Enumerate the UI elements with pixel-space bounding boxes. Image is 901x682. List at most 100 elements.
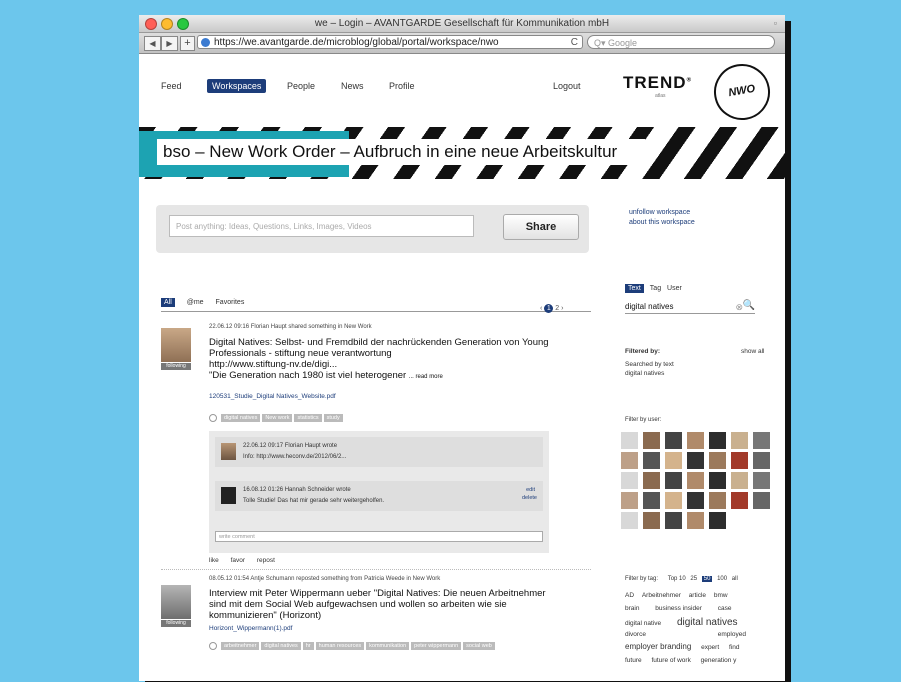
- comment-input[interactable]: write comment: [215, 531, 543, 542]
- tag-chip[interactable]: digital natives: [261, 642, 301, 650]
- following-badge[interactable]: following: [161, 620, 191, 627]
- user-filter-avatar[interactable]: [709, 512, 726, 529]
- comment-avatar[interactable]: [221, 443, 236, 460]
- search-icon[interactable]: 🔍: [743, 300, 755, 312]
- nav-workspaces[interactable]: Workspaces: [207, 79, 267, 93]
- nav-people[interactable]: People: [287, 81, 315, 91]
- user-filter-avatar[interactable]: [687, 472, 704, 489]
- user-filter-avatar[interactable]: [731, 472, 748, 489]
- user-filter-avatar[interactable]: [687, 452, 704, 469]
- avatar[interactable]: [161, 585, 191, 619]
- user-filter-avatar[interactable]: [643, 492, 660, 509]
- tag-chip[interactable]: arbeitnehmer: [221, 642, 260, 650]
- user-filter-avatar[interactable]: [753, 492, 770, 509]
- user-filter-avatar[interactable]: [709, 452, 726, 469]
- cloud-tag[interactable]: digital native: [625, 620, 661, 627]
- pager-current[interactable]: 1: [544, 304, 554, 313]
- close-window-button[interactable]: [145, 18, 157, 30]
- cloud-tag[interactable]: digital natives: [677, 617, 738, 628]
- tab-all[interactable]: All: [161, 298, 175, 307]
- like-button[interactable]: like: [209, 557, 219, 564]
- user-filter-avatar[interactable]: [643, 452, 660, 469]
- forward-icon[interactable]: ▶: [161, 36, 178, 51]
- post-link[interactable]: http://www.stiftung-nv.de/digi...: [209, 359, 549, 370]
- tag-chip[interactable]: digital natives: [221, 414, 261, 422]
- about-workspace-link[interactable]: about this workspace: [629, 219, 695, 226]
- nav-feed[interactable]: Feed: [161, 81, 182, 91]
- pager-next-page[interactable]: 2: [555, 305, 559, 312]
- user-filter-avatar[interactable]: [709, 432, 726, 449]
- user-filter-avatar[interactable]: [665, 432, 682, 449]
- comment-avatar[interactable]: [221, 487, 236, 504]
- show-all-link[interactable]: show all: [741, 348, 764, 355]
- filter-tab-tag[interactable]: Tag: [650, 285, 661, 292]
- user-filter-avatar[interactable]: [665, 452, 682, 469]
- top-option[interactable]: 100: [717, 576, 727, 582]
- minimize-window-button[interactable]: [161, 18, 173, 30]
- cloud-tag[interactable]: brain: [625, 605, 639, 612]
- resize-icon[interactable]: ▫: [774, 15, 777, 32]
- filter-tab-user[interactable]: User: [667, 285, 682, 292]
- user-filter-avatar[interactable]: [643, 512, 660, 529]
- filter-tab-text[interactable]: Text: [625, 284, 644, 293]
- avatar[interactable]: [161, 328, 191, 362]
- tag-chip[interactable]: human resources: [315, 642, 365, 650]
- cloud-tag[interactable]: divorce: [625, 631, 646, 638]
- edit-comment-link[interactable]: edit: [526, 487, 535, 493]
- user-filter-avatar[interactable]: [665, 492, 682, 509]
- cloud-tag[interactable]: expert: [701, 644, 719, 651]
- user-filter-avatar[interactable]: [731, 492, 748, 509]
- add-bookmark-button[interactable]: +: [180, 36, 195, 51]
- cloud-tag[interactable]: employed: [718, 631, 746, 638]
- top-option[interactable]: all: [732, 576, 738, 582]
- user-filter-avatar[interactable]: [687, 432, 704, 449]
- attachment-link[interactable]: 120531_Studie_Digital Natives_Website.pd…: [209, 393, 336, 400]
- cloud-tag[interactable]: case: [718, 605, 732, 612]
- tag-chip[interactable]: peter wippermann: [411, 642, 462, 650]
- user-filter-avatar[interactable]: [753, 432, 770, 449]
- user-filter-avatar[interactable]: [709, 472, 726, 489]
- user-filter-avatar[interactable]: [621, 492, 638, 509]
- share-button[interactable]: Share: [503, 214, 579, 240]
- user-filter-avatar[interactable]: [643, 432, 660, 449]
- user-filter-avatar[interactable]: [621, 512, 638, 529]
- attachment-link[interactable]: Horizont_Wippermann(1).pdf: [209, 625, 292, 632]
- following-badge[interactable]: following: [161, 363, 191, 370]
- tag-chip[interactable]: New work: [262, 414, 293, 422]
- user-filter-avatar[interactable]: [665, 472, 682, 489]
- user-filter-avatar[interactable]: [665, 512, 682, 529]
- user-filter-avatar[interactable]: [731, 452, 748, 469]
- address-bar[interactable]: https://we.avantgarde.de/microblog/globa…: [197, 35, 583, 49]
- user-filter-avatar[interactable]: [731, 432, 748, 449]
- top-option[interactable]: 50: [701, 576, 713, 582]
- user-filter-avatar[interactable]: [709, 492, 726, 509]
- cloud-tag[interactable]: future: [625, 657, 642, 664]
- cloud-tag[interactable]: bmw: [714, 592, 728, 599]
- top-option[interactable]: 25: [690, 576, 697, 582]
- repost-button[interactable]: repost: [257, 557, 275, 564]
- cloud-tag[interactable]: business insider: [655, 605, 702, 612]
- cloud-tag[interactable]: AD: [625, 592, 634, 599]
- tag-chip[interactable]: social web: [463, 642, 495, 650]
- user-filter-avatar[interactable]: [621, 472, 638, 489]
- unfollow-workspace-link[interactable]: unfollow workspace: [629, 209, 690, 216]
- nav-profile[interactable]: Profile: [389, 81, 415, 91]
- cloud-tag[interactable]: future of work: [651, 657, 690, 664]
- pager-next[interactable]: ›: [561, 305, 563, 312]
- user-filter-avatar[interactable]: [687, 512, 704, 529]
- logout-link[interactable]: Logout: [553, 81, 581, 91]
- filter-search-input[interactable]: digital natives ⊗ 🔍: [625, 300, 755, 314]
- cloud-tag[interactable]: employer branding: [625, 642, 691, 651]
- read-more-link[interactable]: ... read more: [409, 374, 443, 380]
- back-icon[interactable]: ◀: [144, 36, 161, 51]
- post-input[interactable]: Post anything: Ideas, Questions, Links, …: [169, 215, 474, 237]
- favor-button[interactable]: favor: [231, 557, 245, 564]
- browser-search-input[interactable]: Q▾ Google: [587, 35, 775, 49]
- tag-chip[interactable]: kommunikation: [366, 642, 410, 650]
- tab-favorites[interactable]: Favorites: [216, 299, 245, 306]
- nav-news[interactable]: News: [341, 81, 364, 91]
- user-filter-avatar[interactable]: [687, 492, 704, 509]
- tab-me[interactable]: @me: [187, 299, 204, 306]
- user-filter-avatar[interactable]: [753, 472, 770, 489]
- user-filter-avatar[interactable]: [753, 452, 770, 469]
